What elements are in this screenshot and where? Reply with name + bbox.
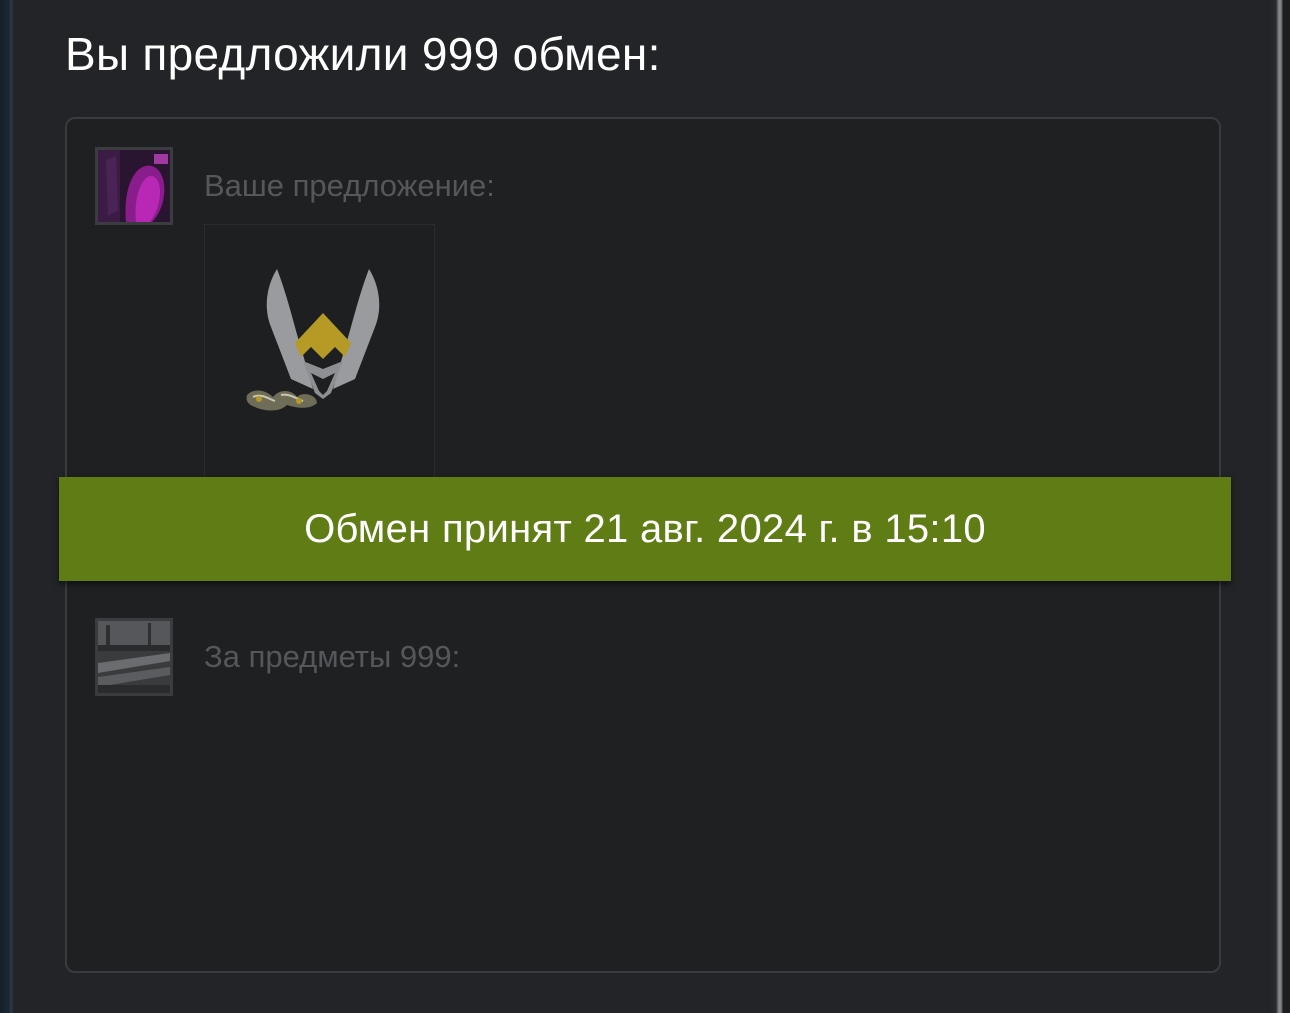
trade-status-text: Обмен принят 21 авг. 2024 г. в 15:10	[304, 506, 986, 551]
partner-avatar[interactable]	[95, 618, 173, 696]
avatar-image-purple	[98, 150, 170, 222]
scrollbar[interactable]	[1270, 0, 1290, 1013]
your-offer-label: Ваше предложение:	[204, 168, 495, 203]
left-edge-border	[0, 0, 14, 1013]
partner-items-label: За предметы 999:	[204, 639, 461, 674]
your-avatar[interactable]	[95, 147, 173, 225]
offered-item-slot[interactable]	[204, 224, 435, 480]
vitality-sticker-icon	[246, 269, 380, 411]
trade-heading: Вы предложили 999 обмен:	[65, 28, 661, 80]
trade-offer-page: Вы предложили 999 обмен: Ваше предложени…	[0, 0, 1290, 1013]
trade-status-banner: Обмен принят 21 авг. 2024 г. в 15:10	[59, 477, 1231, 581]
avatar-image-grey	[98, 621, 170, 693]
